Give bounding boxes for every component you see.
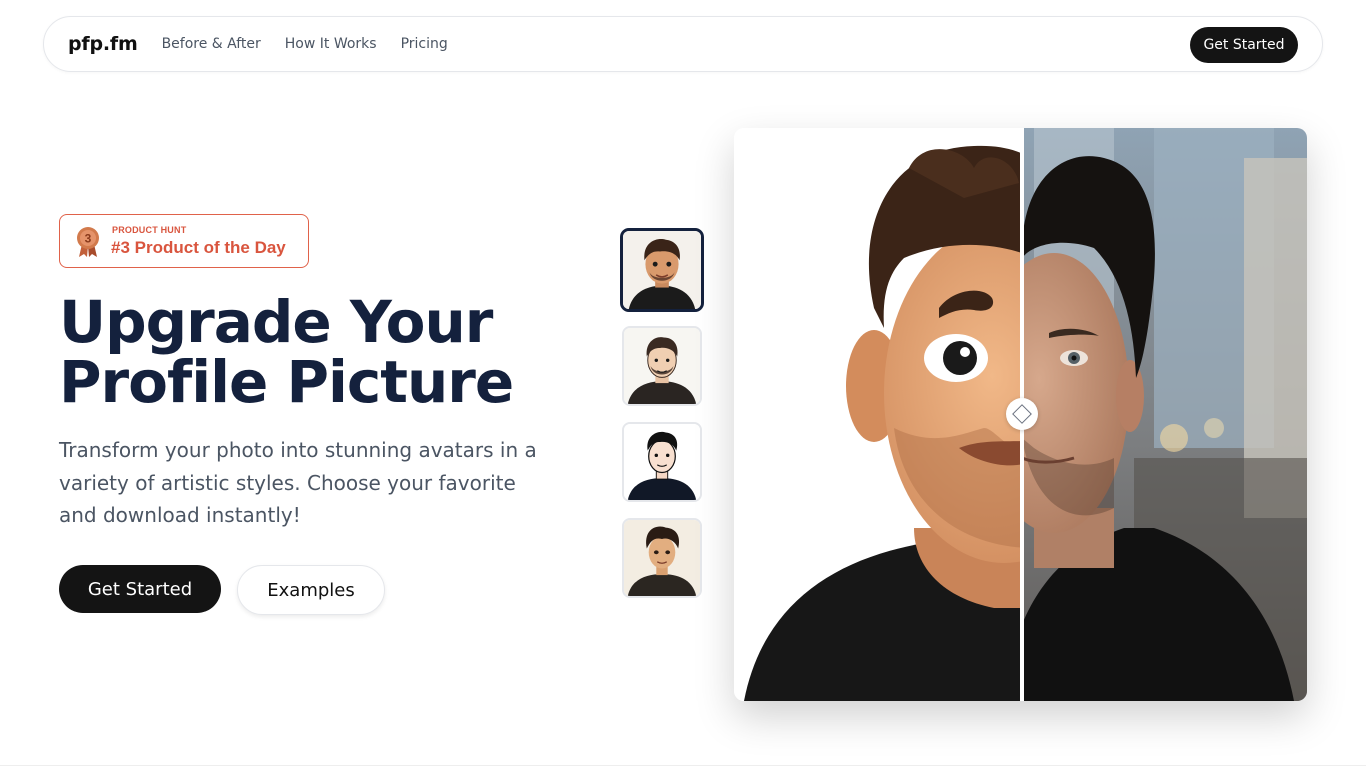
badge-eyebrow: PRODUCT HUNT [112,225,187,235]
3d-avatar-thumbnail [623,231,701,309]
hero-subtext: Transform your photo into stunning avata… [59,438,537,527]
section-divider [0,765,1366,766]
headline-line-2: Profile Picture [59,348,514,416]
line-art-avatar-thumbnail [624,424,700,500]
top-navbar: pfp.fm Before & After How It Works Prici… [43,16,1323,72]
medal-number: 3 [85,232,92,246]
product-hunt-badge[interactable]: 3 PRODUCT HUNT #3 Product of the Day [59,214,309,268]
style-thumbnail-sketch[interactable] [622,326,702,406]
headline-line-1: Upgrade Your [59,288,493,356]
style-thumbnail-3d[interactable] [620,228,704,312]
diamond-handle-icon[interactable] [1006,398,1038,430]
sketch-avatar-thumbnail [624,328,700,404]
style-thumbnail-anime[interactable] [622,518,702,598]
medal-icon: 3 [77,227,99,257]
examples-button[interactable]: Examples [237,565,385,615]
nav-link-how-it-works[interactable]: How It Works [285,36,377,52]
before-after-comparison[interactable] [734,128,1307,701]
site-logo[interactable]: pfp.fm [68,33,138,55]
nav-link-pricing[interactable]: Pricing [401,36,448,52]
nav-link-before-after[interactable]: Before & After [162,36,261,52]
anime-avatar-thumbnail [624,520,700,596]
style-thumbnail-line-art[interactable] [622,422,702,502]
nav-get-started-button[interactable]: Get Started [1190,27,1298,63]
hero-headline: Upgrade Your Profile Picture [59,292,579,412]
get-started-button[interactable]: Get Started [59,565,221,613]
badge-title: #3 Product of the Day [111,238,286,257]
